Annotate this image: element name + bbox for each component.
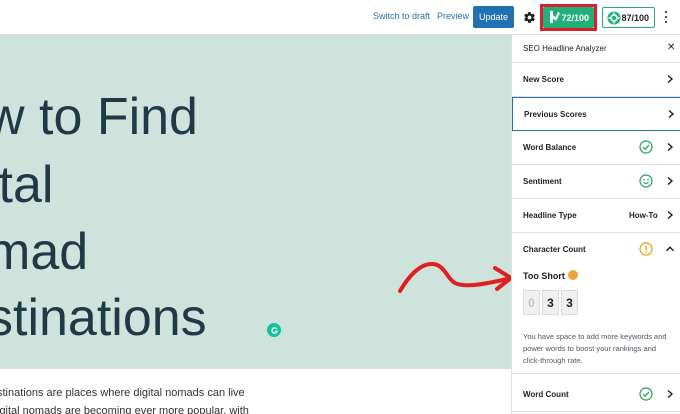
chevron-right-icon <box>667 142 674 152</box>
headline-type-row[interactable]: Headline Type How-To <box>512 199 680 233</box>
check-circle-icon <box>639 387 653 401</box>
cover-block[interactable]: w to Find ital mad stinations <box>0 35 511 369</box>
preview-link[interactable]: Preview <box>437 11 469 21</box>
seo-score-button[interactable]: 87/100 <box>602 7 655 28</box>
new-score-row[interactable]: New Score <box>512 63 680 97</box>
editor-toolbar: Switch to draft Preview Update 72/100 87… <box>0 0 680 35</box>
smiley-face-icon <box>639 174 653 188</box>
sidebar-header: SEO Headline Analyzer ✕ <box>512 35 680 63</box>
row-label: Sentiment <box>523 177 562 186</box>
chevron-right-icon <box>667 210 674 220</box>
row-label: Previous Scores <box>524 110 587 119</box>
editor-screen: Switch to draft Preview Update 72/100 87… <box>0 0 680 414</box>
headline-type-value: How-To <box>629 211 658 220</box>
count-digit: 0 <box>523 290 540 315</box>
headline-analyzer-score-button[interactable]: 72/100 <box>543 7 594 28</box>
row-label: Character Count <box>523 245 586 254</box>
post-paragraph-line[interactable]: igital nomads are becoming ever more pop… <box>0 405 249 414</box>
post-paragraph-line[interactable]: stinations are places where digital noma… <box>0 387 245 399</box>
headline-analyzer-icon <box>548 10 562 26</box>
seo-plugin-icon <box>607 11 621 27</box>
editor-canvas[interactable]: w to Find ital mad stinations stinations… <box>0 35 511 414</box>
sentiment-row[interactable]: Sentiment <box>512 165 680 199</box>
count-digit: 3 <box>542 290 559 315</box>
row-label: New Score <box>523 75 564 84</box>
headline-analyzer-sidebar: SEO Headline Analyzer ✕ New Score Previo… <box>511 35 680 414</box>
count-digit: 3 <box>561 290 578 315</box>
frown-emoji-icon <box>567 270 578 280</box>
close-icon[interactable]: ✕ <box>667 43 675 53</box>
more-options-icon[interactable] <box>661 9 671 25</box>
grammarly-icon[interactable] <box>267 323 281 337</box>
post-title-line[interactable]: mad <box>0 222 88 282</box>
update-button[interactable]: Update <box>473 6 514 28</box>
annotation-arrow-icon <box>398 262 513 293</box>
seo-score-value: 87/100 <box>621 12 649 23</box>
chevron-right-icon <box>667 176 674 186</box>
character-count-help-text: You have space to add more keywords and … <box>523 332 667 365</box>
row-label: Word Balance <box>523 143 577 152</box>
settings-gear-icon[interactable] <box>521 9 537 25</box>
status-text: Too Short <box>523 271 565 281</box>
character-count-panel: Too Short 0 3 3 You have space to add mo… <box>512 261 680 374</box>
word-count-row[interactable]: Word Count <box>512 378 680 412</box>
previous-scores-row[interactable]: Previous Scores <box>512 97 680 131</box>
warning-circle-icon <box>639 242 653 256</box>
chevron-right-icon <box>668 109 675 119</box>
post-title-line[interactable]: w to Find <box>0 87 198 147</box>
row-label: Word Count <box>523 390 569 399</box>
chevron-up-icon <box>666 246 674 252</box>
headline-score-value: 72/100 <box>561 12 589 23</box>
sidebar-title: SEO Headline Analyzer <box>523 44 607 53</box>
character-count-status: Too Short <box>523 270 578 281</box>
chevron-right-icon <box>667 74 674 84</box>
post-title-line[interactable]: ital <box>0 155 53 215</box>
post-title-line[interactable]: stinations <box>0 288 207 348</box>
check-circle-icon <box>639 140 653 154</box>
row-label: Headline Type <box>523 211 577 220</box>
chevron-right-icon <box>667 389 674 399</box>
word-balance-row[interactable]: Word Balance <box>512 131 680 165</box>
switch-to-draft-link[interactable]: Switch to draft <box>373 11 430 21</box>
